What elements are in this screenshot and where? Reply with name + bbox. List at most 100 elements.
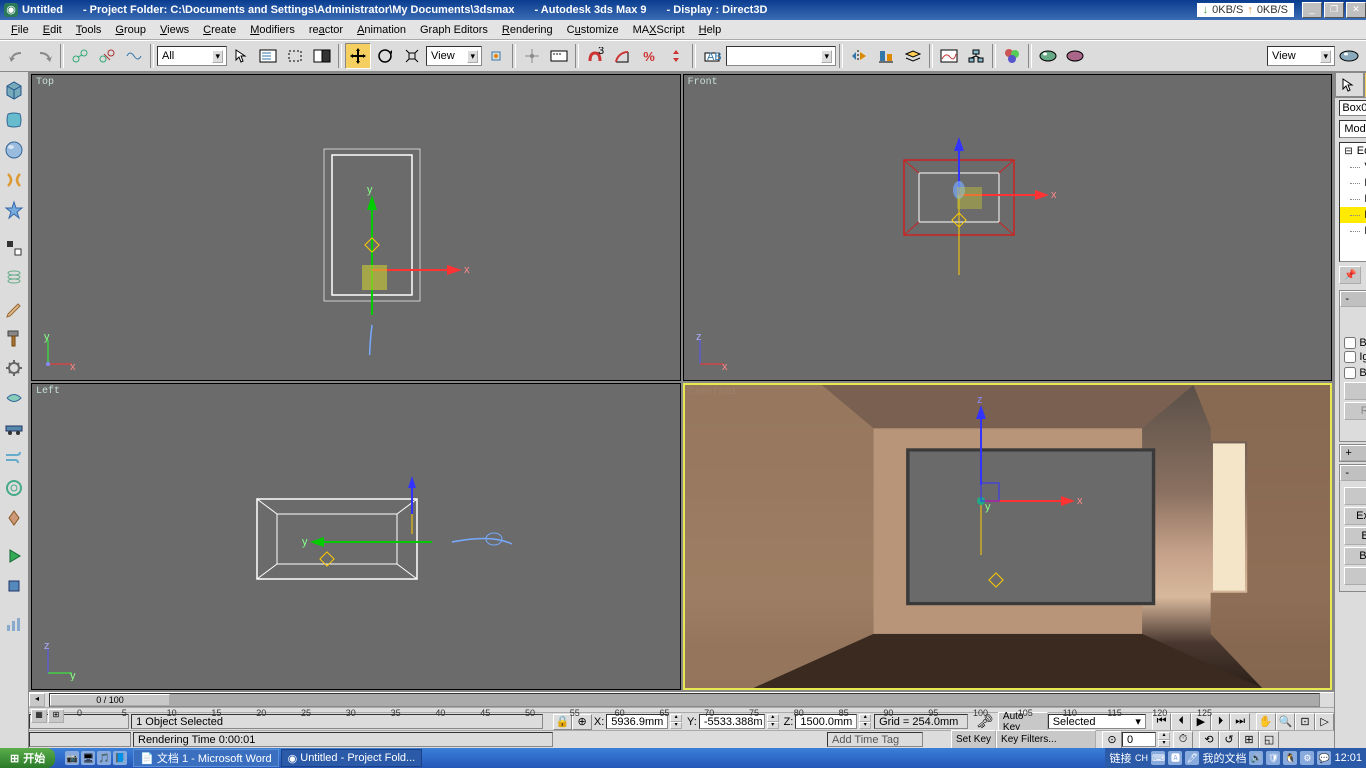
menu-reactor[interactable]: reactor <box>302 22 350 38</box>
tray-icon[interactable]: 🖊 <box>1185 751 1199 765</box>
restore-button[interactable]: ❐ <box>1324 2 1344 18</box>
align-button[interactable] <box>873 43 899 69</box>
time-slider[interactable]: ◂ 0 / 100 <box>29 692 1334 707</box>
menu-views[interactable]: Views <box>153 22 196 38</box>
viewport-nav-walk[interactable]: ⊞ <box>1239 731 1259 749</box>
time-tag-button[interactable]: Add Time Tag <box>827 732 923 747</box>
window-crossing-button[interactable] <box>309 43 335 69</box>
subobj-vertex-icon[interactable] <box>1362 315 1366 333</box>
pivot-center-button[interactable] <box>483 43 509 69</box>
tray-icon[interactable]: CH <box>1134 751 1148 765</box>
scale-button[interactable] <box>399 43 425 69</box>
by-angle-checkbox[interactable] <box>1344 367 1356 379</box>
mirror-button[interactable] <box>846 43 872 69</box>
y-spinner[interactable]: ▴▾ <box>767 714 779 729</box>
viewport-front[interactable]: Front xz xz <box>683 74 1333 381</box>
keyboard-shortcut-toggle[interactable] <box>546 43 572 69</box>
tray-docs-label[interactable]: 我的文档 <box>1202 750 1246 766</box>
manipulate-button[interactable] <box>519 43 545 69</box>
hinge-button[interactable]: Hinge From Edge <box>1344 567 1366 585</box>
angle-snap-button[interactable] <box>609 43 635 69</box>
task-item-word[interactable]: 📄文档 1 - Microsoft Word <box>133 749 278 767</box>
prev-frame-button[interactable]: ⏴ <box>1171 713 1191 731</box>
time-ruler[interactable]: ▦ ⊞ 051015202530354045505560657075808590… <box>29 707 1334 712</box>
viewport-nav-zoom-all[interactable]: ⊡ <box>1295 713 1315 731</box>
undo-button[interactable] <box>4 43 30 69</box>
menu-modifiers[interactable]: Modifiers <box>243 22 302 38</box>
stack-root[interactable]: Editable Poly <box>1340 143 1366 159</box>
menu-file[interactable]: File <box>4 22 36 38</box>
selection-rollout-header[interactable]: -Selection <box>1340 291 1366 307</box>
goto-end-button[interactable]: ⏭ <box>1230 713 1250 731</box>
viewport-nav-zoom[interactable]: 🔍 <box>1276 713 1296 731</box>
percent-snap-button[interactable]: % <box>636 43 662 69</box>
reactor-wind-icon[interactable] <box>0 444 28 472</box>
schematic-view-button[interactable] <box>963 43 989 69</box>
extrude-button[interactable]: Extrude <box>1344 507 1366 525</box>
redo-button[interactable] <box>31 43 57 69</box>
layers-button[interactable] <box>900 43 926 69</box>
ref-coord-dropdown[interactable]: View <box>426 46 482 66</box>
create-tab[interactable] <box>1335 72 1363 97</box>
time-config-button[interactable]: ⏱ <box>1173 731 1193 749</box>
quick-render-button[interactable] <box>1062 43 1088 69</box>
x-spinner[interactable]: ▴▾ <box>670 714 682 729</box>
stack-edge[interactable]: Edge <box>1340 175 1366 191</box>
viewport-nav-fov[interactable]: ▷ <box>1315 713 1335 731</box>
set-key-button[interactable]: Set Key <box>951 730 996 750</box>
viewport-top[interactable]: Top xy xy <box>31 74 681 381</box>
reactor-gear-icon[interactable] <box>0 354 28 382</box>
key-mode-toggle[interactable]: ⊙ <box>1102 731 1122 749</box>
ring-button[interactable]: Ring▴▾ <box>1344 402 1366 420</box>
tray-icon[interactable]: 🐧 <box>1283 751 1297 765</box>
bridge-button[interactable]: Bridge <box>1344 547 1366 565</box>
modifier-stack[interactable]: Editable Poly Vertex Edge Border Polygon… <box>1339 142 1366 262</box>
ruler-btn1[interactable]: ▦ <box>31 709 47 723</box>
tray-icon[interactable]: ⚙ <box>1300 751 1314 765</box>
tray-icon[interactable]: 💬 <box>1317 751 1331 765</box>
render-last-button[interactable] <box>1336 43 1362 69</box>
script-field[interactable] <box>29 732 131 747</box>
reactor-pencil-icon[interactable] <box>0 294 28 322</box>
reactor-stop-icon[interactable] <box>0 572 28 600</box>
reactor-hammer-icon[interactable] <box>0 324 28 352</box>
viewport-nav-maximize[interactable]: ◱ <box>1259 731 1279 749</box>
spinner-snap-button[interactable] <box>663 43 689 69</box>
quicklaunch-icon[interactable]: 📘 <box>113 751 127 765</box>
reactor-play-icon[interactable] <box>0 542 28 570</box>
reactor-misc3-icon[interactable] <box>0 474 28 502</box>
tray-icon[interactable]: 🅰 <box>1168 751 1182 765</box>
menu-help[interactable]: Help <box>692 22 729 38</box>
soft-selection-header[interactable]: +Soft Selection <box>1340 445 1366 461</box>
key-filters-button[interactable]: Key Filters... <box>996 730 1096 750</box>
reactor-misc2-icon[interactable] <box>0 384 28 412</box>
ignore-backfacing-checkbox[interactable] <box>1344 351 1356 363</box>
selection-filter-dropdown[interactable]: All <box>157 46 227 66</box>
stack-element[interactable]: Element <box>1340 223 1366 239</box>
viewport-left[interactable]: Left yz yz <box>31 383 681 690</box>
reactor-misc4-icon[interactable] <box>0 504 28 532</box>
reactor-cube-icon[interactable] <box>0 76 28 104</box>
viewport-camera[interactable]: Camera01 xzy <box>683 383 1333 690</box>
menu-animation[interactable]: Animation <box>350 22 413 38</box>
frame-spinner[interactable]: ▴▾ <box>1158 732 1170 747</box>
stack-vertex[interactable]: Vertex <box>1340 159 1366 175</box>
modifier-list-dropdown[interactable]: Modifier List <box>1339 120 1366 138</box>
link-button[interactable] <box>67 43 93 69</box>
z-spinner[interactable]: ▴▾ <box>859 714 871 729</box>
curve-editor-button[interactable] <box>936 43 962 69</box>
rotate-button[interactable] <box>372 43 398 69</box>
time-slider-left-btn[interactable]: ◂ <box>29 693 45 707</box>
tray-icon[interactable]: ⌨ <box>1151 751 1165 765</box>
bind-spacewarp-button[interactable] <box>121 43 147 69</box>
menu-edit[interactable]: Edit <box>36 22 69 38</box>
view-dropdown-right[interactable]: View <box>1267 46 1335 66</box>
viewport-nav-roll[interactable]: ↺ <box>1219 731 1239 749</box>
current-frame-input[interactable]: 0 <box>1122 732 1156 747</box>
stack-border[interactable]: Border <box>1340 191 1366 207</box>
named-selection-dropdown[interactable] <box>726 46 836 66</box>
material-editor-button[interactable] <box>999 43 1025 69</box>
reactor-car-icon[interactable] <box>0 414 28 442</box>
pin-stack-button[interactable]: 📌 <box>1339 266 1361 284</box>
clock[interactable]: 12:01 <box>1334 752 1362 764</box>
